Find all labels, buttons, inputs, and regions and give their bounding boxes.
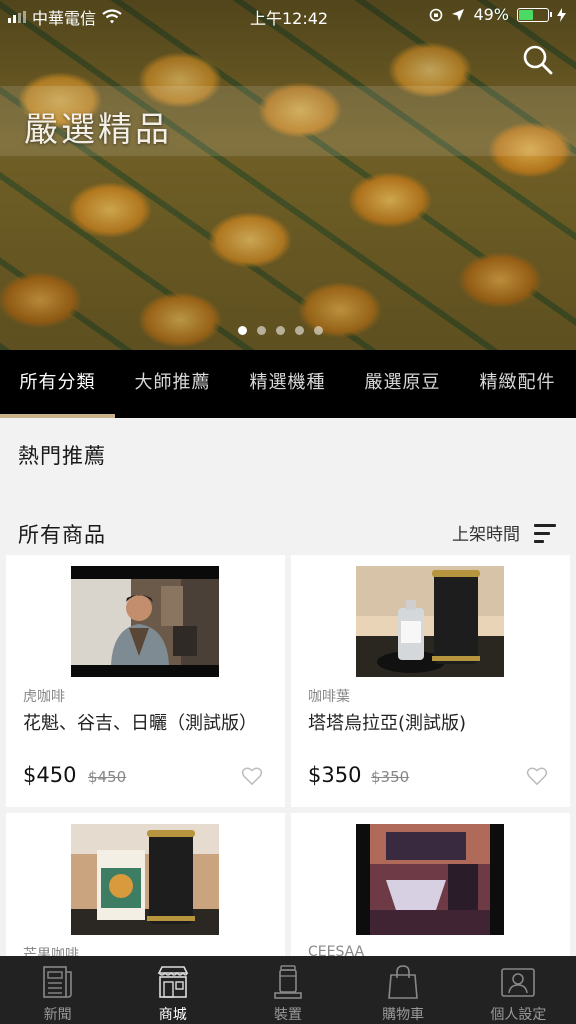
charging-bolt-icon <box>557 7 566 22</box>
product-image[interactable] <box>356 824 504 935</box>
battery-percent: 49% <box>473 5 509 24</box>
tab-beans[interactable]: 嚴選原豆 <box>345 350 460 418</box>
heart-icon[interactable] <box>241 766 263 786</box>
product-original-price: $450 <box>88 768 127 786</box>
section-title-all-products: 所有商品 <box>18 523 106 547</box>
sort-label[interactable]: 上架時間 <box>452 520 520 545</box>
search-icon[interactable] <box>522 44 554 76</box>
product-original-price: $350 <box>371 768 410 786</box>
carousel-dot[interactable] <box>314 326 323 335</box>
nav-label[interactable]: 商城 <box>115 1004 230 1024</box>
carrier-group: 中華電信 <box>8 5 122 29</box>
wifi-icon <box>102 9 122 24</box>
tab-all-categories[interactable]: 所有分類 <box>0 350 115 418</box>
nav-label[interactable]: 新聞 <box>0 1004 115 1024</box>
hero-banner[interactable]: 嚴選精品 <box>0 0 576 350</box>
nav-profile[interactable]: 個人設定 <box>461 956 576 1024</box>
tab-master-picks[interactable]: 大師推薦 <box>115 350 230 418</box>
tab-accessories[interactable]: 精緻配件 <box>460 350 575 418</box>
product-image[interactable] <box>71 566 219 677</box>
tab-machines[interactable]: 精選機種 <box>230 350 345 418</box>
clock: 上午12:42 <box>250 9 329 28</box>
carousel-dot[interactable] <box>238 326 247 335</box>
product-price: $350 <box>308 763 362 787</box>
profile-card-icon[interactable] <box>500 964 536 1000</box>
nav-store[interactable]: 商城 <box>115 956 230 1024</box>
product-category: 咖啡葉 <box>308 689 350 705</box>
carousel-dot[interactable] <box>257 326 266 335</box>
nav-label[interactable]: 個人設定 <box>461 1004 576 1024</box>
orientation-lock-icon <box>430 8 443 21</box>
section-title-hot: 熱門推薦 <box>18 444 106 468</box>
status-bar: 中華電信 上午12:42 49% <box>0 0 576 30</box>
store-icon[interactable] <box>155 964 191 1000</box>
hero-overlay <box>0 0 576 350</box>
heart-icon[interactable] <box>526 766 548 786</box>
product-name[interactable]: 塔塔烏拉亞(測試版) <box>308 712 548 735</box>
sort-control[interactable]: 上架時間 <box>452 520 556 545</box>
bottom-nav: 新聞 商城 裝置 購物車 個人設定 <box>0 956 576 1024</box>
hero-title: 嚴選精品 <box>24 110 172 150</box>
product-name[interactable]: 花魁、谷吉、日曬（測試版） <box>23 712 263 735</box>
nav-label[interactable]: 裝置 <box>230 1004 345 1024</box>
product-image[interactable] <box>356 566 504 677</box>
product-price: $450 <box>23 763 77 787</box>
device-icon[interactable] <box>270 964 306 1000</box>
product-image[interactable] <box>71 824 219 935</box>
nav-news[interactable]: 新聞 <box>0 956 115 1024</box>
product-card[interactable]: CEESAA <box>291 813 570 973</box>
nav-device[interactable]: 裝置 <box>230 956 345 1024</box>
carousel-dot[interactable] <box>295 326 304 335</box>
status-right: 49% <box>429 5 566 24</box>
category-tabs: 所有分類 大師推薦 精選機種 嚴選原豆 精緻配件 <box>0 350 576 418</box>
location-arrow-icon <box>452 8 465 21</box>
product-card[interactable]: 虎咖啡 花魁、谷吉、日曬（測試版） $450 $450 <box>6 555 285 807</box>
product-card[interactable]: 咖啡葉 塔塔烏拉亞(測試版) $350 $350 <box>291 555 570 807</box>
sort-icon[interactable] <box>534 523 556 543</box>
carousel-dot[interactable] <box>276 326 285 335</box>
carrier-name: 中華電信 <box>32 9 97 28</box>
battery-icon <box>517 7 552 22</box>
carousel-indicator[interactable] <box>238 326 323 335</box>
battery-fill <box>519 9 533 20</box>
signal-icon <box>8 11 26 23</box>
nav-label[interactable]: 購物車 <box>346 1004 461 1024</box>
nav-cart[interactable]: 購物車 <box>346 956 461 1024</box>
newspaper-icon[interactable] <box>40 964 76 1000</box>
product-card[interactable]: 芒果咖啡 <box>6 813 285 973</box>
cart-bag-icon[interactable] <box>385 964 421 1000</box>
product-category: 虎咖啡 <box>23 689 65 705</box>
